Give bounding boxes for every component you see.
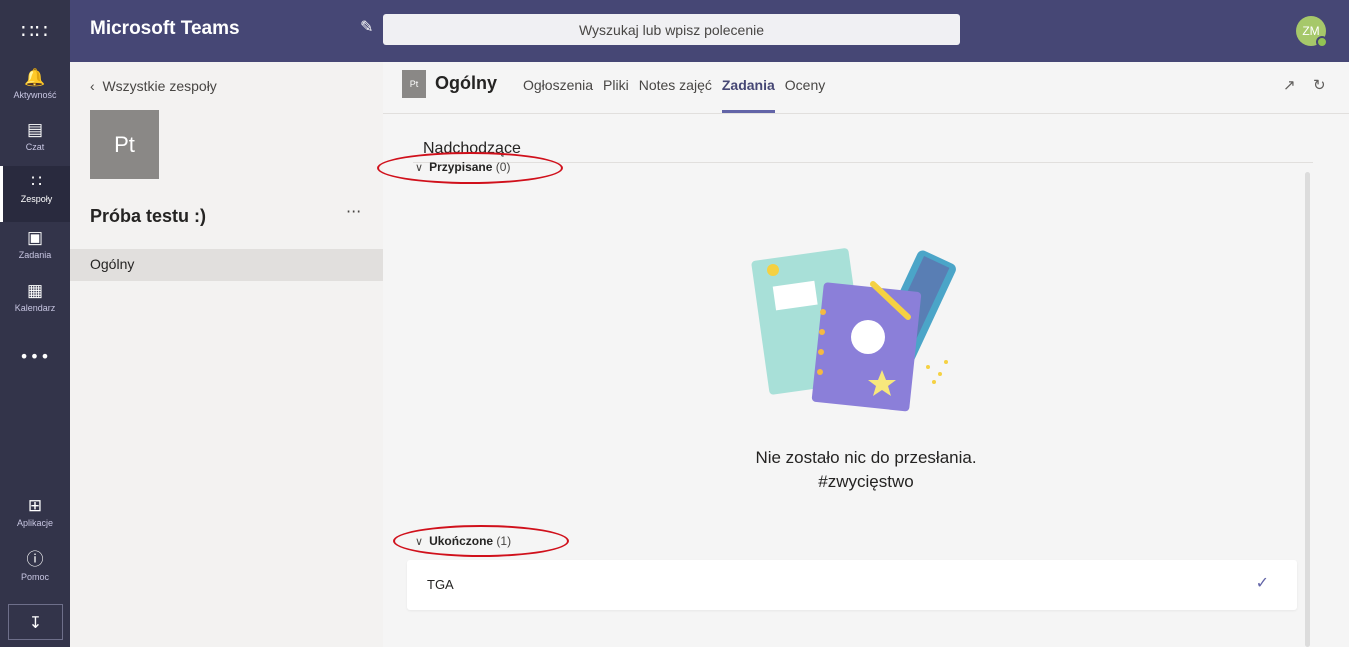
compose-icon[interactable]: ✎ — [360, 17, 373, 36]
tab-assignments[interactable]: Zadania — [721, 77, 775, 113]
rail-item-label: Pomoc — [20, 572, 49, 582]
annotation-oval — [377, 152, 563, 184]
rail-item-label: Aplikacje — [16, 518, 54, 528]
calendar-icon: ▦ — [26, 281, 44, 300]
rail-item-help[interactable]: ⓘ Pomoc — [0, 544, 70, 600]
expand-icon[interactable]: ↗ — [1283, 76, 1296, 94]
channel-badge: Pt — [402, 70, 426, 98]
empty-state-hashtag: #zwycięstwo — [818, 472, 914, 491]
app-rail: 🔔 Aktywność ▤ Czat ∷ Zespoły ▣ Zadania ▦… — [0, 62, 70, 647]
apps-icon: ⊞ — [27, 496, 43, 515]
team-name: Próba testu :) — [90, 206, 207, 226]
back-to-teams-link[interactable]: ‹ Wszystkie zespoły — [90, 78, 217, 94]
team-avatar: Pt — [90, 110, 159, 179]
rail-item-activity[interactable]: 🔔 Aktywność — [0, 62, 70, 118]
assignment-card[interactable]: TGA ✓ — [407, 560, 1297, 610]
avatar[interactable]: ZM — [1296, 16, 1328, 48]
channel-tabs: Ogłoszenia Pliki Notes zajęć Zadania Oce… — [523, 77, 825, 113]
more-apps-icon[interactable]: ••• — [0, 347, 70, 366]
tab-announcements[interactable]: Ogłoszenia — [523, 77, 593, 113]
rail-item-label: Czat — [25, 142, 45, 152]
avatar-initials: ZM — [1302, 24, 1320, 38]
tab-grades[interactable]: Oceny — [785, 77, 825, 113]
help-icon: ⓘ — [26, 550, 44, 569]
rail-item-label: Zespoły — [20, 194, 53, 204]
back-label: Wszystkie zespoły — [102, 78, 217, 94]
app-launcher-icon[interactable]: ∷∷ — [0, 0, 70, 62]
assignment-title: TGA — [427, 577, 454, 592]
empty-state-illustration — [751, 248, 956, 412]
bell-icon: 🔔 — [24, 68, 46, 87]
rail-item-label: Kalendarz — [14, 303, 56, 313]
teams-icon: ∷ — [31, 172, 42, 191]
rail-item-apps[interactable]: ⊞ Aplikacje — [0, 490, 70, 546]
presence-indicator — [1316, 36, 1328, 48]
rail-item-teams[interactable]: ∷ Zespoły — [0, 166, 70, 222]
rail-item-calendar[interactable]: ▦ Kalendarz — [0, 275, 70, 331]
rail-item-assignments[interactable]: ▣ Zadania — [0, 222, 70, 278]
channel-item-general[interactable]: Ogólny — [70, 249, 383, 281]
search-input[interactable]: Wyszukaj lub wpisz polecenie — [383, 14, 960, 45]
rail-item-label: Aktywność — [13, 90, 57, 100]
team-more-options-icon[interactable]: ··· — [346, 202, 361, 221]
refresh-icon[interactable]: ↻ — [1313, 76, 1326, 94]
scrollbar[interactable] — [1305, 172, 1310, 647]
tab-files[interactable]: Pliki — [603, 77, 629, 113]
app-title: Microsoft Teams — [90, 18, 240, 39]
chevron-left-icon: ‹ — [90, 78, 103, 94]
annotation-oval — [393, 525, 569, 557]
team-sidebar: ‹ Wszystkie zespoły Pt Próba testu :) ··… — [70, 62, 383, 647]
channel-title: Ogólny — [435, 73, 497, 93]
channel-header: Pt Ogólny Ogłoszenia Pliki Notes zajęć Z… — [383, 62, 1349, 114]
empty-state-message: Nie zostało nic do przesłania. — [755, 448, 977, 467]
main-content: Pt Ogólny Ogłoszenia Pliki Notes zajęć Z… — [377, 62, 1349, 647]
tab-class-notebook[interactable]: Notes zajęć — [639, 77, 712, 113]
check-icon: ✓ — [1255, 573, 1269, 592]
chat-icon: ▤ — [26, 120, 44, 139]
assignments-icon: ▣ — [26, 228, 44, 247]
rail-item-label: Zadania — [18, 250, 52, 260]
top-bar: ∷∷ Microsoft Teams ✎ Wyszukaj lub wpisz … — [0, 0, 1349, 62]
rail-item-chat[interactable]: ▤ Czat — [0, 114, 70, 170]
download-app-icon[interactable]: ↧ — [8, 604, 63, 640]
